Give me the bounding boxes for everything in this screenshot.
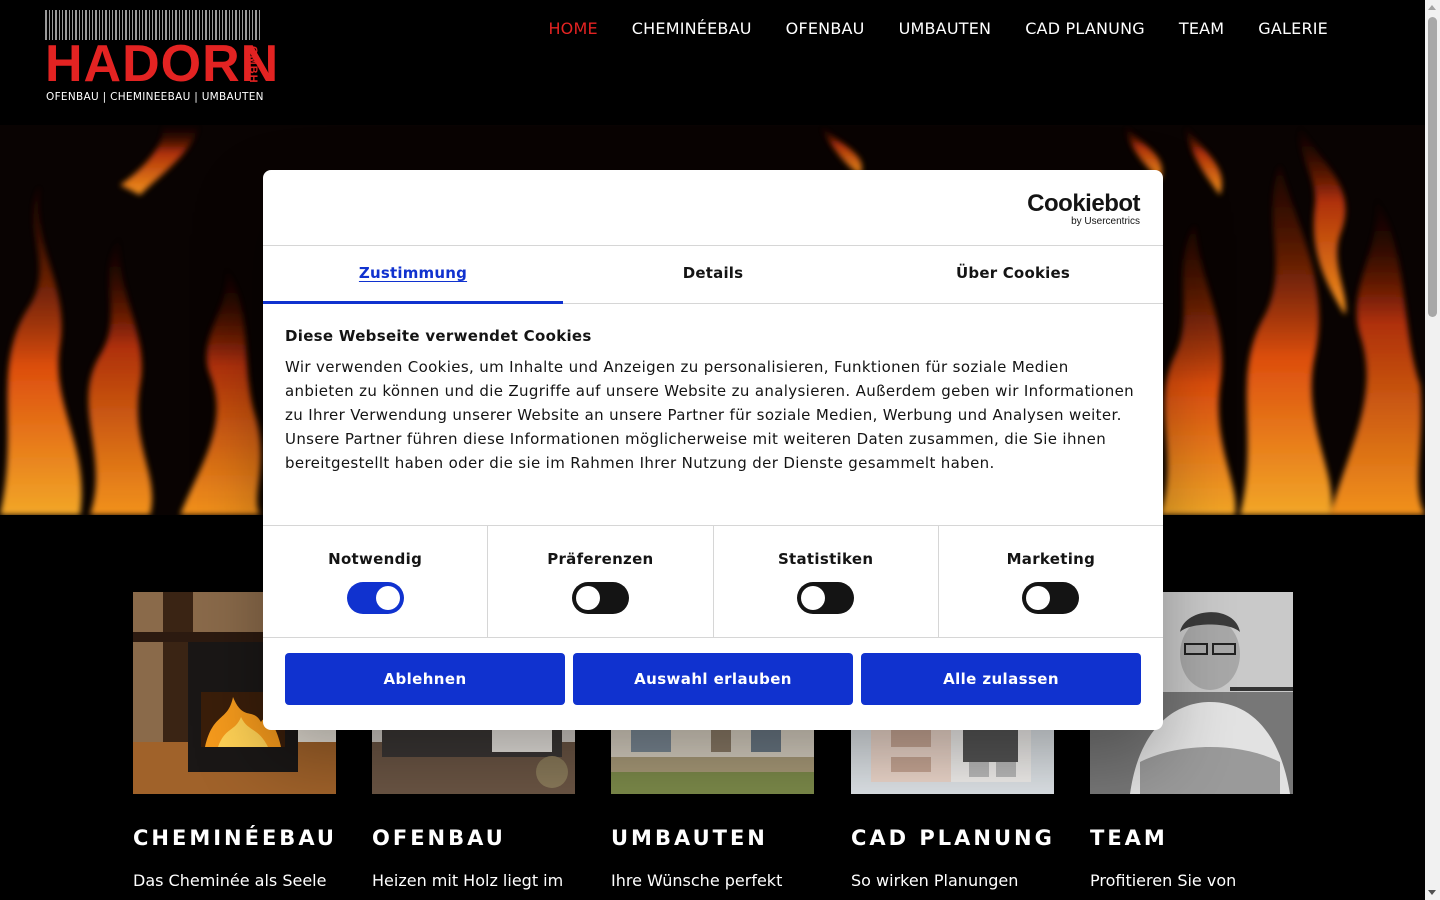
dialog-actions: Ablehnen Auswahl erlauben Alle zulassen <box>263 638 1163 705</box>
main-nav: HOME CHEMINÉEBAU OFENBAU UMBAUTEN CAD PL… <box>548 19 1328 38</box>
dialog-body: Diese Webseite verwendet Cookies Wir ver… <box>263 304 1163 526</box>
dialog-heading: Diese Webseite verwendet Cookies <box>285 327 592 345</box>
category-label: Präferenzen <box>547 550 654 568</box>
card-title: UMBAUTEN <box>611 826 768 850</box>
scroll-up-arrow-icon[interactable] <box>1428 5 1436 10</box>
active-tab-indicator <box>263 301 563 304</box>
scrollbar-thumb[interactable] <box>1428 17 1437 317</box>
category-label: Statistiken <box>777 550 874 568</box>
nav-item-umbauten[interactable]: UMBAUTEN <box>899 19 992 38</box>
card-text: Profitieren Sie von <box>1090 871 1237 890</box>
card-title: TEAM <box>1090 826 1168 850</box>
category-statistiken: Statistiken <box>714 526 939 637</box>
dialog-tabs: Zustimmung Details Über Cookies <box>263 246 1163 304</box>
reject-button[interactable]: Ablehnen <box>285 653 565 705</box>
cookie-consent-dialog: Cookiebot by Usercentrics Zustimmung Det… <box>263 170 1163 730</box>
category-praeferenzen: Präferenzen <box>488 526 714 637</box>
toggle-notwendig[interactable] <box>346 582 404 614</box>
toggle-praeferenzen[interactable] <box>571 582 629 614</box>
card-title: OFENBAU <box>372 826 506 850</box>
tab-ueber-cookies[interactable]: Über Cookies <box>863 246 1163 303</box>
logo-wordmark: HADORN <box>45 35 280 93</box>
logo-tagline: OFENBAU | CHEMINEEBAU | UMBAUTEN <box>46 91 264 103</box>
dialog-description: Wir verwenden Cookies, um Inhalte und An… <box>285 358 1135 472</box>
tab-zustimmung[interactable]: Zustimmung <box>263 246 563 303</box>
allow-all-button[interactable]: Alle zulassen <box>861 653 1141 705</box>
card-text: So wirken Planungen <box>851 871 1019 890</box>
card-text: Ihre Wünsche perfekt <box>611 871 783 890</box>
toggle-knob <box>801 586 826 610</box>
site-header: HADORN GMBH OFENBAU | CHEMINEEBAU | UMBA… <box>0 0 1425 125</box>
category-marketing: Marketing <box>939 526 1163 637</box>
category-notwendig: Notwendig <box>263 526 489 637</box>
toggle-knob <box>1026 586 1051 610</box>
category-label: Marketing <box>1006 550 1096 568</box>
tab-details[interactable]: Details <box>563 246 863 303</box>
toggle-knob <box>575 586 600 610</box>
toggle-knob <box>375 586 400 610</box>
category-label: Notwendig <box>328 550 423 568</box>
allow-selection-button[interactable]: Auswahl erlauben <box>573 653 853 705</box>
nav-item-cad-planung[interactable]: CAD PLANUNG <box>1025 19 1145 38</box>
card-title: CHEMINÉEBAU <box>133 826 337 850</box>
nav-item-ofenbau[interactable]: OFENBAU <box>786 19 865 38</box>
cookiebot-logo[interactable]: Cookiebot by Usercentrics <box>1027 192 1140 227</box>
cookiebot-brand: Cookiebot <box>1027 190 1140 217</box>
dialog-header: Cookiebot by Usercentrics <box>263 170 1163 246</box>
card-text: Das Cheminée als Seele <box>133 871 327 890</box>
consent-categories: Notwendig Präferenzen Statistiken Market… <box>263 526 1163 638</box>
toggle-statistiken[interactable] <box>797 582 855 614</box>
nav-item-galerie[interactable]: GALERIE <box>1258 19 1328 38</box>
logo-suffix: GMBH <box>247 46 259 84</box>
page-scrollbar[interactable] <box>1425 0 1440 900</box>
cookiebot-brand-sub: by Usercentrics <box>1071 216 1140 227</box>
toggle-marketing[interactable] <box>1022 582 1080 614</box>
card-title: CAD PLANUNG <box>851 826 1055 850</box>
nav-item-home[interactable]: HOME <box>548 19 597 38</box>
nav-item-team[interactable]: TEAM <box>1179 19 1224 38</box>
hadorn-logo[interactable]: HADORN GMBH OFENBAU | CHEMINEEBAU | UMBA… <box>45 10 278 105</box>
nav-item-chemineebau[interactable]: CHEMINÉEBAU <box>632 19 752 38</box>
scroll-down-arrow-icon[interactable] <box>1428 890 1436 895</box>
card-text: Heizen mit Holz liegt im <box>372 871 564 890</box>
